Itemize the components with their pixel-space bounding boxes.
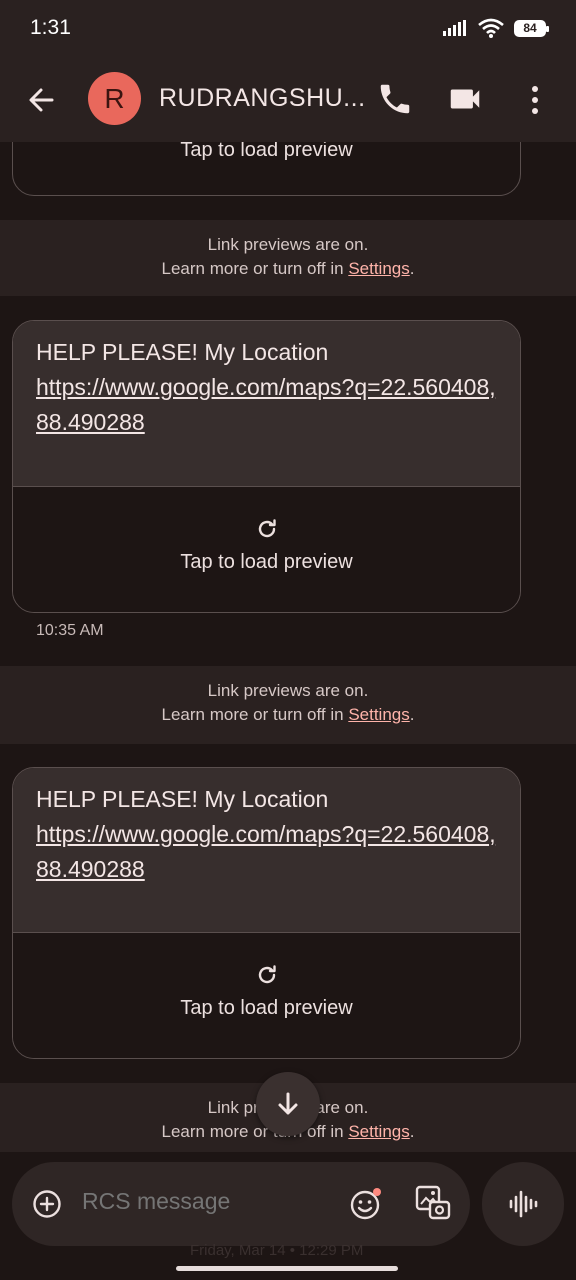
arrow-back-icon xyxy=(29,88,54,112)
composer-area: Friday, Mar 14 • 12:29 PM xyxy=(0,1152,576,1280)
preview-label: Tap to load preview xyxy=(180,997,353,1019)
link-preview-notice: Link previews are on. Learn more or turn… xyxy=(0,666,576,744)
photo-camera-icon xyxy=(415,1185,451,1220)
arrow-down-icon xyxy=(278,1092,298,1115)
wifi-icon xyxy=(478,18,504,38)
status-time: 1:31 xyxy=(30,16,71,39)
message-input[interactable] xyxy=(82,1188,332,1215)
app-bar: R RUDRANGSHU... xyxy=(0,58,576,142)
message-bubble[interactable]: HELP PLEASE! My Location https://www.goo… xyxy=(12,767,521,1059)
message-composer[interactable] xyxy=(12,1162,470,1246)
link-preview-card[interactable]: Tap to load preview xyxy=(13,486,520,612)
status-bar: 1:31 84 xyxy=(0,0,576,58)
call-button[interactable] xyxy=(376,80,414,118)
notice-line2: Learn more or turn off in xyxy=(161,259,349,278)
home-indicator[interactable] xyxy=(176,1266,398,1271)
battery-indicator: 84 xyxy=(514,19,549,37)
message-body: HELP PLEASE! My Location https://www.goo… xyxy=(13,321,520,486)
back-button[interactable] xyxy=(22,80,62,120)
signal-icon xyxy=(443,20,466,36)
attach-button[interactable] xyxy=(32,1189,62,1219)
message-timestamp: 10:35 AM xyxy=(36,622,104,639)
more-options-button[interactable] xyxy=(520,80,550,120)
notice-suffix: . xyxy=(409,705,415,724)
message-text: HELP PLEASE! My Location xyxy=(36,786,329,812)
notice-suffix: . xyxy=(409,259,415,278)
message-body: HELP PLEASE! My Location https://www.goo… xyxy=(13,768,520,932)
scroll-to-bottom-button[interactable] xyxy=(256,1072,320,1136)
emoji-button[interactable] xyxy=(348,1186,384,1222)
emoji-icon xyxy=(350,1188,381,1220)
videocam-icon xyxy=(450,89,480,109)
settings-link[interactable]: Settings xyxy=(348,1122,409,1141)
status-icons: 84 xyxy=(442,18,549,38)
link-preview-card[interactable]: Tap to load preview xyxy=(13,932,520,1058)
preview-label: Tap to load preview xyxy=(180,551,353,573)
message-link[interactable]: https://www.google.com/maps?q=22.560408,… xyxy=(36,817,497,887)
message-text: HELP PLEASE! My Location xyxy=(36,339,329,365)
more-vert-icon xyxy=(532,86,538,114)
message-link[interactable]: https://www.google.com/maps?q=22.560408,… xyxy=(36,370,497,440)
message-bubble-partial[interactable]: Tap to load preview xyxy=(12,142,521,196)
notice-line1: Link previews are on. xyxy=(207,235,369,254)
settings-link[interactable]: Settings xyxy=(348,259,409,278)
notice-line2: Learn more or turn off in xyxy=(161,705,349,724)
refresh-icon xyxy=(258,519,276,538)
date-divider-faded: Friday, Mar 14 • 12:29 PM xyxy=(190,1242,364,1259)
avatar[interactable]: R xyxy=(88,72,141,125)
waveform-icon xyxy=(509,1190,538,1218)
message-bubble[interactable]: HELP PLEASE! My Location https://www.goo… xyxy=(12,320,521,613)
add-circle-icon xyxy=(33,1190,61,1218)
notice-suffix: . xyxy=(409,1122,415,1141)
conversation-list[interactable]: Tap to load preview Link previews are on… xyxy=(0,142,576,1152)
settings-link[interactable]: Settings xyxy=(348,705,409,724)
gallery-button[interactable] xyxy=(414,1184,452,1222)
contact-name[interactable]: RUDRANGSHU... xyxy=(159,84,366,113)
video-call-button[interactable] xyxy=(446,80,484,118)
phone-icon xyxy=(380,84,410,114)
notice-line2: Learn more or turn off in xyxy=(161,1122,349,1141)
refresh-icon xyxy=(258,965,276,984)
notice-line1: Link previews are on. xyxy=(207,681,369,700)
preview-label: Tap to load preview xyxy=(180,142,353,161)
voice-message-button[interactable] xyxy=(482,1162,564,1246)
link-preview-notice: Link previews are on. Learn more or turn… xyxy=(0,220,576,296)
